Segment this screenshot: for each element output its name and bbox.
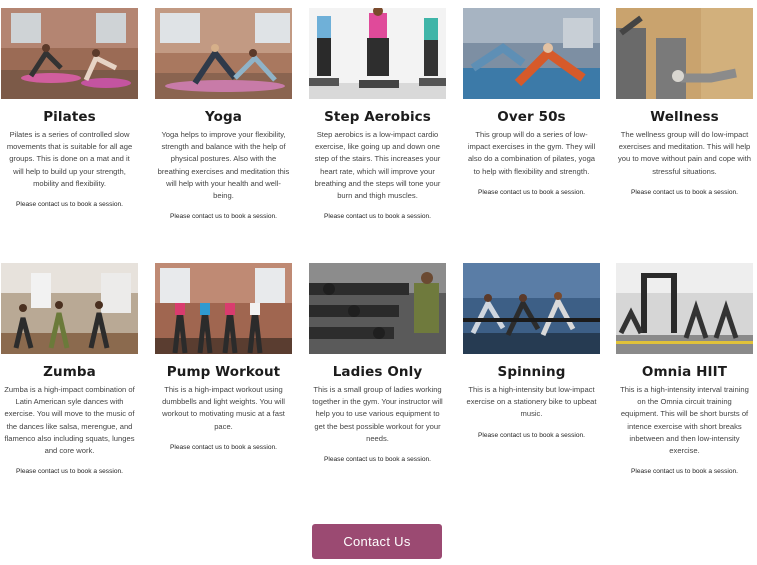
class-title: Step Aerobics — [324, 109, 431, 125]
class-card-pump-workout: Pump Workout This is a high-impact worko… — [155, 263, 292, 452]
class-description: This is a high-impact workout using dumb… — [162, 385, 285, 431]
class-description: Step aerobics is a low-impact cardio exe… — [314, 130, 441, 201]
class-description: The wellness group will do low-impact ex… — [618, 130, 751, 176]
spinning-photo — [463, 263, 600, 354]
class-title: Pump Workout — [166, 364, 281, 380]
class-booking-note: Please contact us to book a session. — [323, 213, 432, 221]
class-card-ladies-only: Ladies Only This is a small group of lad… — [309, 263, 446, 464]
class-card-over-50s: Over 50s This group will do a series of … — [463, 8, 600, 197]
class-title: Spinning — [497, 364, 566, 380]
class-booking-note: Please contact us to book a session. — [630, 468, 739, 476]
class-booking-note: Please contact us to book a session. — [15, 468, 124, 476]
class-booking-note: Please contact us to book a session. — [169, 443, 278, 451]
class-title: Over 50s — [497, 109, 566, 125]
contact-us-button[interactable]: Contact Us — [312, 524, 442, 559]
yoga-photo — [155, 8, 292, 99]
class-description: Pilates is a series of controlled slow m… — [6, 130, 133, 188]
pilates-photo — [1, 8, 138, 99]
zumba-photo — [1, 263, 138, 354]
class-title: Wellness — [650, 109, 719, 125]
class-card-yoga: Yoga Yoga helps to improve your flexibil… — [155, 8, 292, 221]
pump-workout-photo — [155, 263, 292, 354]
class-booking-note: Please contact us to book a session. — [323, 456, 432, 464]
class-card-zumba: Zumba Zumba is a high-impact combination… — [1, 263, 138, 476]
class-title: Omnia HIIT — [641, 364, 728, 380]
class-card-pilates: Pilates Pilates is a series of controlle… — [1, 8, 138, 209]
class-card-step-aerobics: Step Aerobics Step aerobics is a low-imp… — [309, 8, 446, 221]
class-booking-note: Please contact us to book a session. — [169, 213, 278, 221]
wellness-photo — [616, 8, 753, 99]
class-booking-note: Please contact us to book a session. — [477, 188, 586, 196]
over-50s-photo — [463, 8, 600, 99]
class-title: Pilates — [43, 109, 96, 125]
class-card-spinning: Spinning This is a high-intensity but lo… — [463, 263, 600, 440]
class-description: This group will do a series of low-impac… — [467, 130, 596, 176]
class-card-omnia-hiit: Omnia HIIT This is a high-intensity inte… — [616, 263, 753, 476]
class-card-wellness: Wellness The wellness group will do low-… — [616, 8, 753, 197]
class-booking-note: Please contact us to book a session. — [15, 201, 124, 209]
omnia-hiit-photo — [616, 263, 753, 354]
class-description: This is a high-intensity but low-impact … — [466, 385, 597, 419]
class-title: Yoga — [205, 109, 242, 125]
class-description: This is a high-intensity interval traini… — [620, 385, 749, 456]
class-booking-note: Please contact us to book a session. — [477, 431, 586, 439]
step-aerobics-photo — [309, 8, 446, 99]
class-booking-note: Please contact us to book a session. — [630, 188, 739, 196]
class-description: Zumba is a high-impact combination of La… — [4, 385, 135, 456]
class-title: Zumba — [43, 364, 96, 380]
class-title: Ladies Only — [332, 364, 423, 380]
ladies-only-photo — [309, 263, 446, 354]
class-description: This is a small group of ladies working … — [312, 385, 443, 443]
class-description: Yoga helps to improve your flexibility, … — [157, 130, 290, 201]
